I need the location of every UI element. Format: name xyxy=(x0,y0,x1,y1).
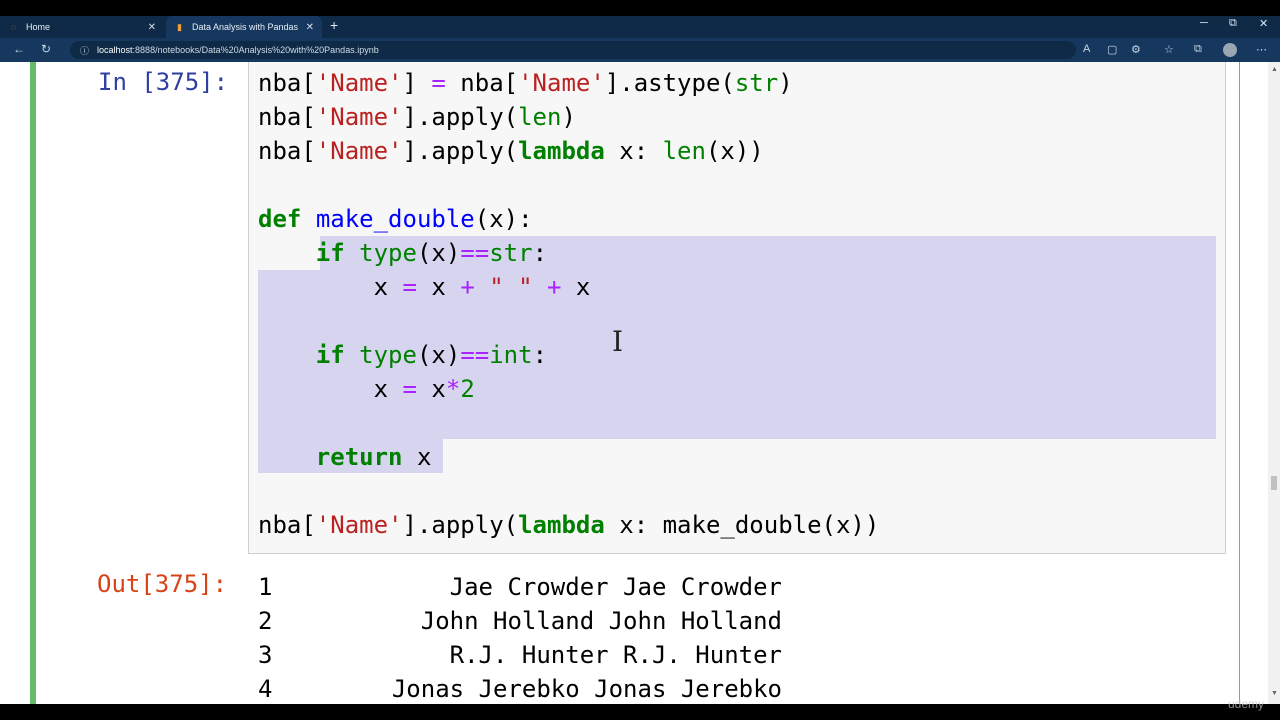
output-area: 1 Jae Crowder Jae Crowder 2 John Holland J… xyxy=(258,573,782,703)
code-line: nba['Name'].apply(lambda x: len(x)) xyxy=(258,137,764,165)
tab-label: Data Analysis with Pandas - Jupy xyxy=(192,22,300,32)
scroll-down-icon[interactable]: ▼ xyxy=(1271,690,1278,697)
code-line: if type(x)==int: xyxy=(315,341,548,369)
close-icon[interactable]: ✕ xyxy=(306,22,314,33)
reader-view-icon[interactable]: ▢ xyxy=(1107,43,1117,56)
tab-home[interactable]: ◌ Home ✕ xyxy=(0,16,164,38)
code-line: nba['Name'].apply(lambda x: make_double(… xyxy=(258,511,880,539)
url-path: :8888/notebooks/Data%20Analysis%20with%2… xyxy=(132,45,379,55)
scrollbar-thumb[interactable] xyxy=(1271,476,1277,490)
code-line: x = x + " " + x xyxy=(258,273,591,301)
code-line: nba['Name'].apply(len) xyxy=(258,103,576,131)
output-prompt: Out[375]: xyxy=(97,570,228,598)
more-menu-icon[interactable]: ⋯ xyxy=(1256,43,1267,56)
jupyter-icon: ◌ xyxy=(10,22,17,32)
scrollbar[interactable]: ▲ ▼ xyxy=(1268,62,1280,704)
minimize-icon[interactable]: ─ xyxy=(1200,17,1208,29)
bottom-bar xyxy=(0,704,1280,720)
close-icon[interactable]: ✕ xyxy=(148,22,156,33)
window-close-icon[interactable]: ✕ xyxy=(1259,17,1268,30)
read-aloud-icon[interactable]: A xyxy=(1083,43,1090,55)
avatar[interactable] xyxy=(1223,43,1237,57)
restore-icon[interactable]: ⧉ xyxy=(1229,17,1237,30)
browser-tab-bar: ◌ Home ✕ ▮ Data Analysis with Pandas - J… xyxy=(0,0,1280,38)
notebook-icon: ▮ xyxy=(177,21,182,32)
code-line: nba['Name'] = nba['Name'].astype(str) xyxy=(258,69,793,97)
info-icon[interactable]: ⓘ xyxy=(80,44,89,57)
refresh-icon[interactable]: ↻ xyxy=(41,42,51,56)
extensions-icon[interactable]: ⚙ xyxy=(1131,43,1141,56)
input-prompt: In [375]: xyxy=(98,68,229,96)
text-cursor-icon: I xyxy=(612,325,624,358)
code-line: def make_double(x): xyxy=(258,205,533,233)
favorites-icon[interactable]: ☆ xyxy=(1164,43,1174,56)
udemy-watermark: udemy xyxy=(1228,697,1265,711)
url-host: localhost xyxy=(97,45,133,55)
code-line: return x xyxy=(315,443,432,471)
new-tab-icon[interactable]: + xyxy=(330,17,338,33)
tab-label: Home xyxy=(26,22,51,32)
url-field[interactable]: ⓘ localhost :8888/notebooks/Data%20Analy… xyxy=(70,41,1076,59)
code-line: if type(x)==str: xyxy=(315,239,548,267)
collections-icon[interactable]: ⧉ xyxy=(1194,43,1202,56)
address-bar-row: ← ↻ ⓘ localhost :8888/notebooks/Data%20A… xyxy=(0,38,1280,62)
code-line: x = x*2 xyxy=(258,375,475,403)
tab-notebook[interactable]: ▮ Data Analysis with Pandas - Jupy ✕ xyxy=(166,16,322,38)
scroll-up-icon[interactable]: ▲ xyxy=(1271,66,1278,73)
back-arrow-icon[interactable]: ← xyxy=(13,42,25,56)
